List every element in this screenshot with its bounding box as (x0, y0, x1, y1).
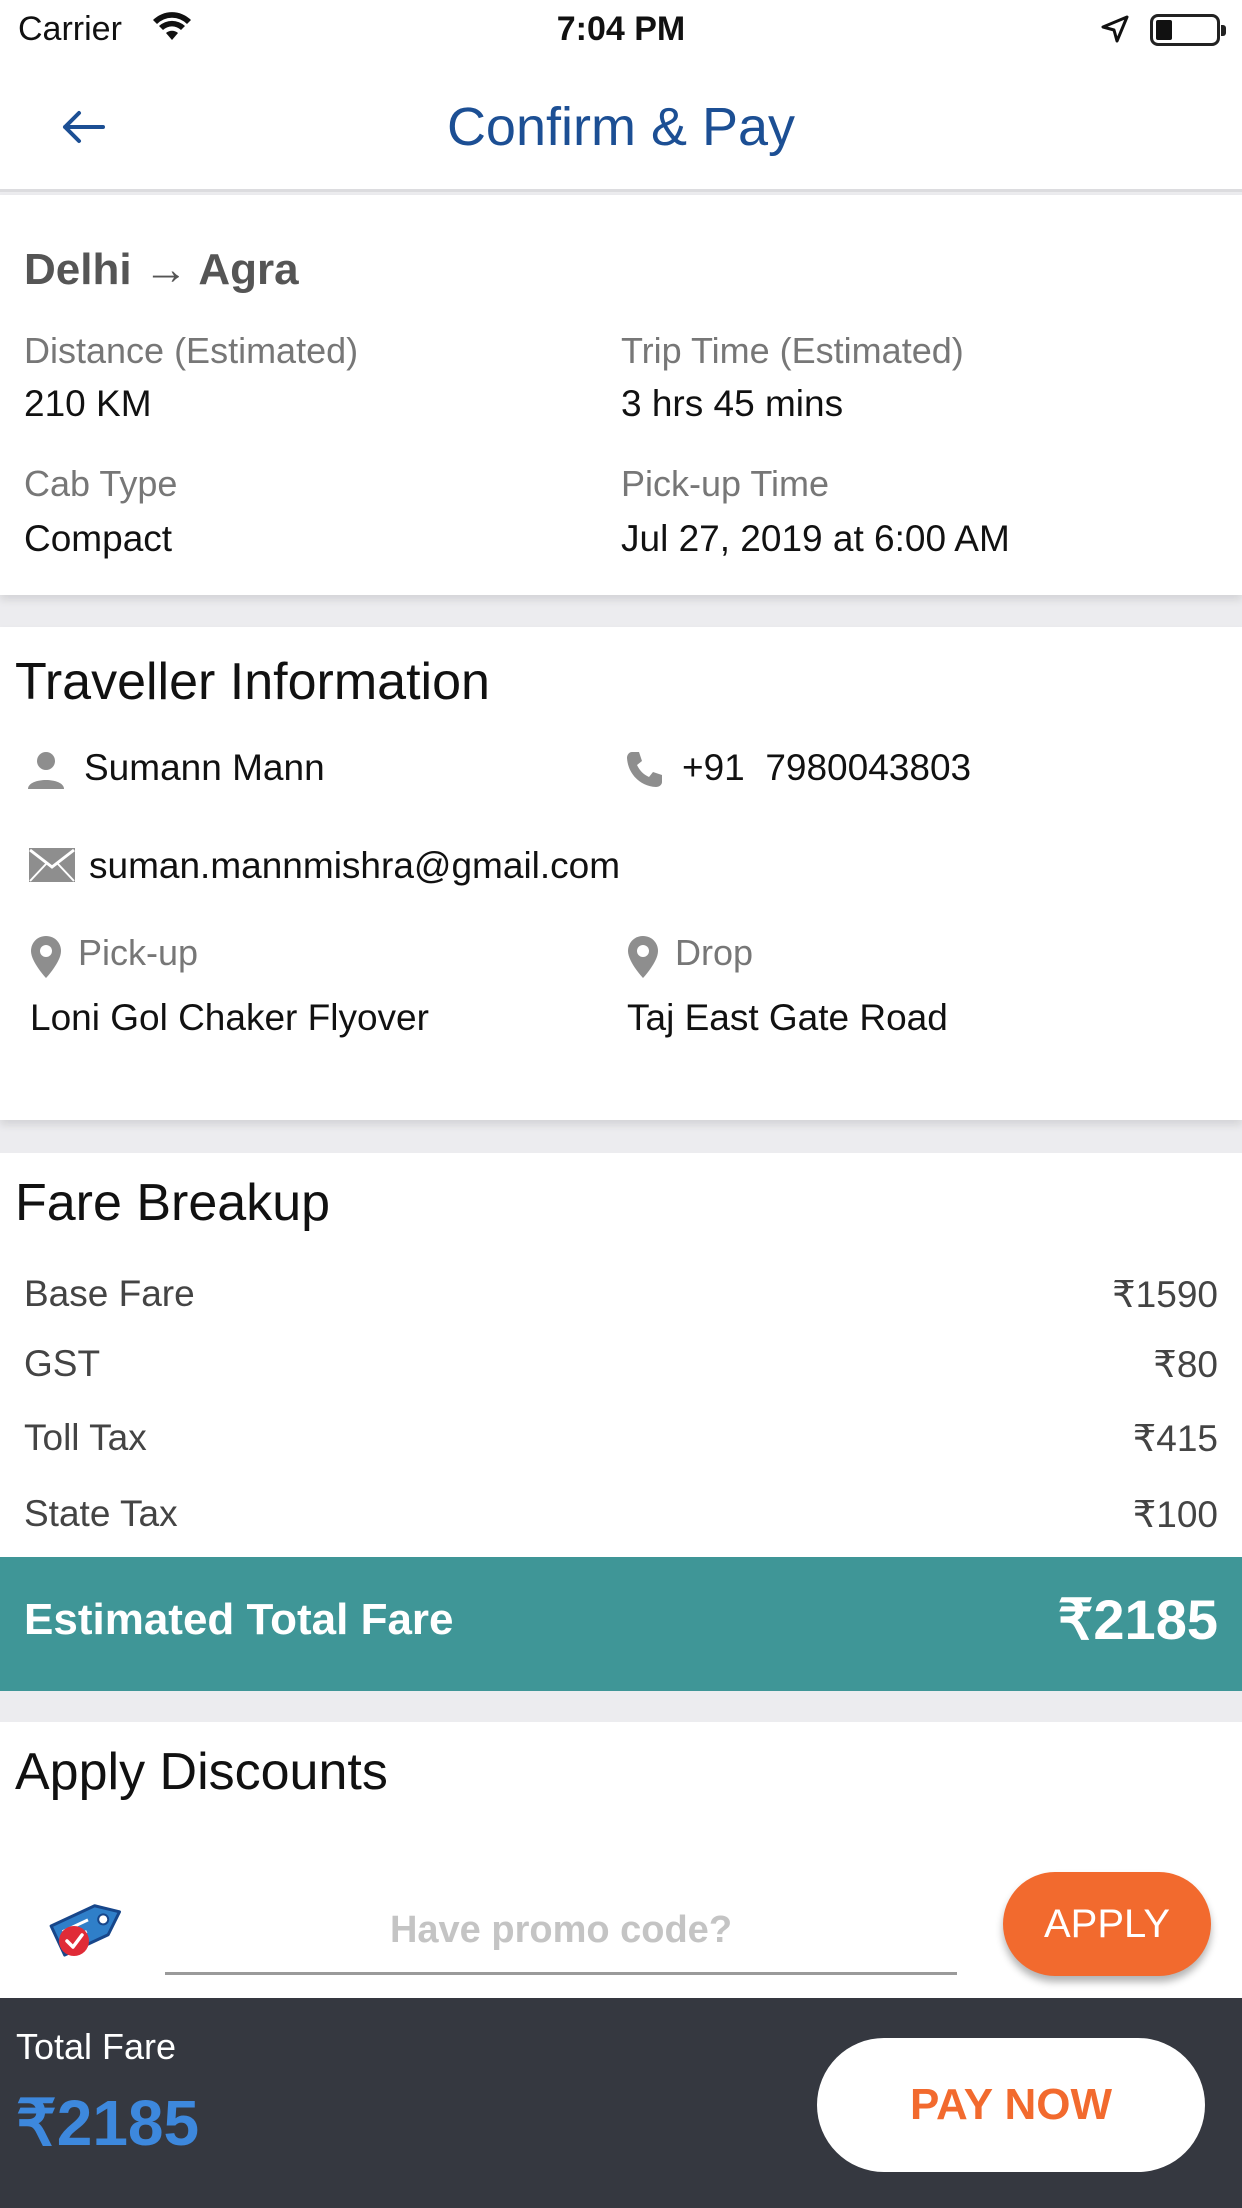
traveller-info-card: Traveller Information Sumann Mann +91 79… (0, 627, 1242, 1120)
fare-row-name: Toll Tax (24, 1417, 147, 1458)
page-title: Confirm & Pay (446, 97, 796, 157)
estimated-total-band: Estimated Total Fare ₹2185 (0, 1557, 1242, 1691)
estimated-total-amount: ₹2185 (1057, 1588, 1218, 1651)
traveller-email: suman.mannmishra@gmail.com (89, 845, 621, 886)
footer-total-amount: ₹2185 (16, 2087, 200, 2159)
fare-row-amount: ₹415 (1132, 1418, 1218, 1459)
fare-section-title: Fare Breakup (15, 1174, 331, 1232)
fare-row: Base Fare ₹1590 (24, 1273, 1218, 1323)
phone-row: +91 7980043803 (682, 747, 971, 789)
pay-now-button[interactable]: PAY NOW (817, 2038, 1205, 2172)
fare-row: GST ₹80 (24, 1343, 1218, 1393)
trip-time-value: 3 hrs 45 mins (621, 383, 844, 424)
fare-row-amount: ₹100 (1132, 1494, 1218, 1535)
phone-number: 7980043803 (765, 747, 972, 788)
email-icon (29, 848, 75, 882)
drop-value: Taj East Gate Road (627, 997, 948, 1038)
fare-row: State Tax ₹100 (24, 1493, 1218, 1543)
pickup-location-pin-icon (31, 936, 61, 978)
traveller-section-title: Traveller Information (15, 653, 490, 711)
cab-type-value: Compact (24, 518, 173, 559)
fare-row-name: GST (24, 1343, 101, 1384)
status-bar: Carrier 7:04 PM (0, 0, 1242, 62)
apply-button[interactable]: APPLY (1003, 1872, 1211, 1976)
cab-type-label: Cab Type (24, 463, 178, 504)
status-time: 7:04 PM (556, 10, 686, 48)
route-to: Agra (198, 245, 299, 294)
person-icon (28, 752, 64, 789)
phone-icon (627, 752, 662, 787)
pickup-time-value: Jul 27, 2019 at 6:00 AM (621, 518, 1010, 559)
discounts-section-title: Apply Discounts (15, 1743, 388, 1801)
trip-time-label: Trip Time (Estimated) (621, 330, 964, 371)
distance-value: 210 KM (24, 383, 152, 424)
promo-code-input[interactable] (165, 1895, 957, 1965)
route-arrow: → (143, 245, 188, 294)
estimated-total-label: Estimated Total Fare (24, 1595, 454, 1644)
trip-summary-card: Delhi → Agra Distance (Estimated) 210 KM… (0, 195, 1242, 595)
header-bar: Confirm & Pay (0, 62, 1242, 192)
fare-row-amount: ₹80 (1153, 1344, 1218, 1385)
phone-code: +91 (682, 747, 745, 788)
pickup-time-label: Pick-up Time (621, 463, 830, 504)
route-from: Delhi (24, 245, 132, 294)
payment-footer: Total Fare ₹2185 PAY NOW (0, 1998, 1242, 2208)
promo-tag-icon (49, 1904, 122, 1957)
drop-label: Drop (675, 932, 754, 973)
route-title: Delhi → Agra (24, 245, 299, 295)
distance-label: Distance (Estimated) (24, 330, 359, 371)
footer-total-label: Total Fare (16, 2026, 177, 2067)
fare-row-name: State Tax (24, 1493, 178, 1534)
promo-input-underline (165, 1972, 957, 1975)
pickup-label: Pick-up (78, 932, 199, 973)
pickup-value: Loni Gol Chaker Flyover (30, 997, 429, 1038)
drop-location-pin-icon (628, 936, 658, 978)
location-arrow-icon (1101, 15, 1129, 43)
fare-row-name: Base Fare (24, 1273, 195, 1314)
battery-icon (1150, 14, 1226, 46)
fare-row: Toll Tax ₹415 (24, 1417, 1218, 1467)
fare-row-amount: ₹1590 (1112, 1274, 1218, 1315)
traveller-name: Sumann Mann (84, 747, 325, 788)
